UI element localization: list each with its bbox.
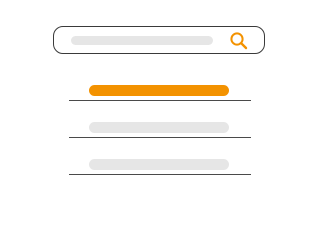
result-bar [89,159,229,170]
result-bar-highlighted [89,85,229,96]
result-item-3[interactable] [69,158,251,195]
page [0,0,320,202]
search-icon [230,32,248,50]
search-placeholder-bar [71,36,213,45]
divider [69,174,251,175]
result-item-1[interactable] [69,84,251,121]
search-button[interactable] [229,31,249,51]
search-input[interactable] [53,26,265,54]
search-results-list [69,84,251,195]
divider [69,137,251,138]
result-item-2[interactable] [69,121,251,158]
result-bar [89,122,229,133]
divider [69,100,251,101]
